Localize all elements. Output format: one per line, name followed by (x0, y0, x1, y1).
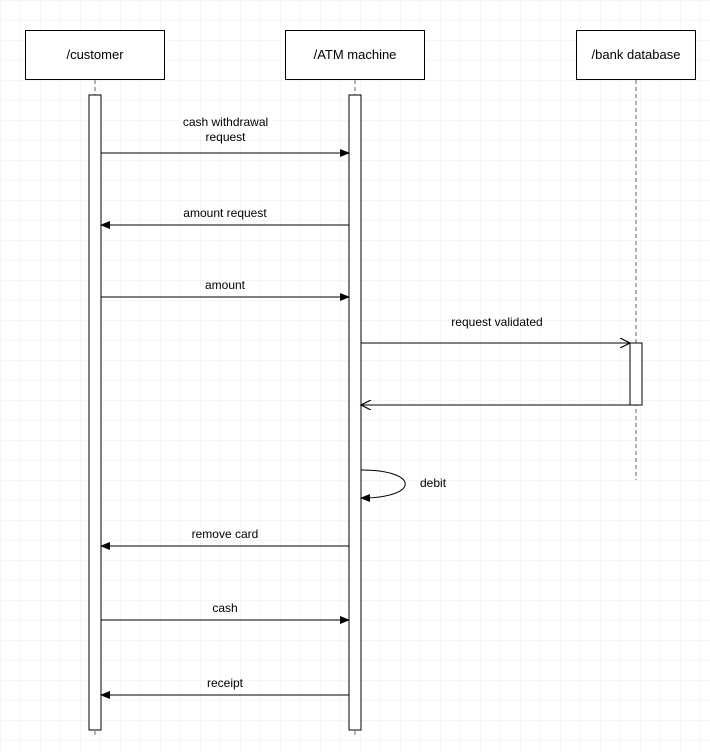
label-debit: debit (420, 476, 480, 491)
label-request-validated: request validated (432, 315, 562, 330)
label-amount-request: amount request (165, 206, 285, 221)
label-amount: amount (165, 278, 285, 293)
activation-bank (630, 343, 642, 405)
label-cash-withdrawal-request: cash withdrawal request (168, 115, 283, 145)
label-receipt: receipt (165, 676, 285, 691)
activation-customer (89, 95, 101, 730)
activation-atm (349, 95, 361, 730)
arrow-debit-self (361, 470, 405, 498)
label-remove-card: remove card (165, 527, 285, 542)
diagram-canvas: /customer /ATM machine /bank database (0, 0, 710, 752)
label-cash: cash (165, 601, 285, 616)
diagram-svg (0, 0, 710, 752)
